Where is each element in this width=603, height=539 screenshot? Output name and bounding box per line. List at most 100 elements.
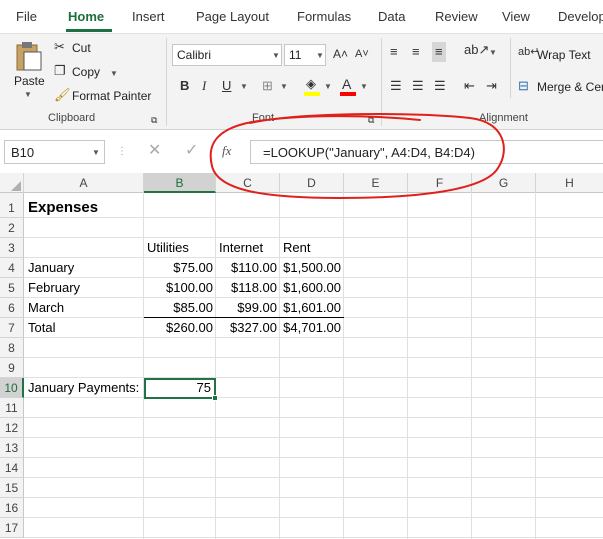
tab-formulas[interactable]: Formulas: [297, 9, 351, 24]
wrap-text-button[interactable]: Wrap Text: [537, 48, 591, 62]
column-header[interactable]: C: [216, 173, 280, 193]
cell-B5[interactable]: $100.00: [144, 278, 216, 298]
paste-button[interactable]: Paste ▼: [8, 38, 48, 102]
cell-C3[interactable]: Internet: [219, 238, 263, 258]
cell-A6[interactable]: March: [28, 298, 64, 318]
fill-handle[interactable]: [212, 395, 218, 401]
cell-D6[interactable]: $1,601.00: [280, 298, 344, 318]
increase-indent-icon[interactable]: ⇥: [486, 78, 497, 94]
merge-center-button[interactable]: Merge & Cer: [537, 80, 603, 94]
row-header[interactable]: 1: [0, 198, 24, 218]
cell-D4[interactable]: $1,500.00: [280, 258, 344, 278]
alignment-group-label: Alignment: [479, 112, 528, 124]
tab-insert[interactable]: Insert: [132, 9, 165, 24]
cell-A5[interactable]: February: [28, 278, 80, 298]
row-header[interactable]: 17: [0, 518, 24, 538]
orientation-icon[interactable]: ab↗: [464, 42, 489, 58]
row-header[interactable]: 5: [0, 278, 24, 298]
row-header[interactable]: 4: [0, 258, 24, 278]
tab-file[interactable]: File: [16, 9, 37, 24]
column-header[interactable]: D: [280, 173, 344, 193]
bold-button[interactable]: B: [180, 78, 189, 94]
row-header[interactable]: 11: [0, 398, 24, 418]
align-center-icon[interactable]: ☰: [412, 78, 424, 94]
insert-function-button[interactable]: fx: [222, 143, 231, 159]
cut-button[interactable]: Cut: [72, 41, 91, 55]
row-header[interactable]: 9: [0, 358, 24, 378]
italic-button[interactable]: I: [202, 78, 206, 94]
cell-B6[interactable]: $85.00: [144, 298, 216, 318]
align-middle-icon[interactable]: ≡: [412, 44, 420, 60]
column-header[interactable]: A: [24, 173, 144, 193]
cell-D7[interactable]: $4,701.00: [280, 318, 344, 338]
row-header[interactable]: 16: [0, 498, 24, 518]
cell-A7[interactable]: Total: [28, 318, 55, 338]
ribbon-separator: [166, 38, 167, 126]
column-header[interactable]: G: [472, 173, 536, 193]
tab-review[interactable]: Review: [435, 9, 478, 24]
select-all-corner[interactable]: [0, 173, 24, 193]
row-header[interactable]: 15: [0, 478, 24, 498]
cell-B4[interactable]: $75.00: [144, 258, 216, 278]
enter-icon[interactable]: ✓: [185, 143, 198, 159]
tab-page-layout[interactable]: Page Layout: [196, 9, 269, 24]
borders-icon[interactable]: ⊞: [262, 78, 273, 94]
dialog-launcher-icon[interactable]: ⧉: [151, 112, 157, 128]
tab-view[interactable]: View: [502, 9, 530, 24]
column-header[interactable]: B: [144, 173, 216, 193]
row-header[interactable]: 6: [0, 298, 24, 318]
cell-D3[interactable]: Rent: [283, 238, 310, 258]
fill-color-icon[interactable]: ◈: [306, 76, 316, 92]
row-header[interactable]: 8: [0, 338, 24, 358]
cell-A1[interactable]: Expenses: [28, 198, 98, 218]
ribbon-separator: [381, 38, 382, 126]
cancel-icon[interactable]: ✕: [148, 143, 161, 159]
column-headers: A B C D E F G H: [0, 173, 603, 193]
more-dots-icon: ⋮: [117, 146, 127, 157]
chevron-down-icon: ▼: [489, 48, 497, 57]
row-header[interactable]: 10: [0, 378, 24, 398]
underline-button[interactable]: U: [222, 78, 231, 94]
copy-button[interactable]: Copy: [72, 65, 100, 79]
formula-input[interactable]: =LOOKUP("January", A4:D4, B4:D4): [250, 140, 603, 164]
ribbon-separator: [510, 38, 511, 98]
tab-home[interactable]: Home: [68, 9, 104, 24]
cell-A10[interactable]: January Payments:: [28, 378, 139, 398]
row-header[interactable]: 2: [0, 218, 24, 238]
row-header[interactable]: 7: [0, 318, 24, 338]
decrease-indent-icon[interactable]: ⇤: [464, 78, 475, 94]
chevron-down-icon: ▼: [92, 148, 100, 157]
font-name-select[interactable]: Calibri: [172, 44, 282, 66]
row-header[interactable]: 12: [0, 418, 24, 438]
column-header[interactable]: F: [408, 173, 472, 193]
row-header[interactable]: 14: [0, 458, 24, 478]
dialog-launcher-icon[interactable]: ⧉: [368, 112, 374, 128]
cell-C4[interactable]: $110.00: [216, 258, 280, 278]
cell-C5[interactable]: $118.00: [216, 278, 280, 298]
cell-C6[interactable]: $99.00: [216, 298, 280, 318]
tab-data[interactable]: Data: [378, 9, 405, 24]
font-color-icon[interactable]: A: [342, 76, 351, 92]
cell-B7[interactable]: $260.00: [144, 318, 216, 338]
align-right-icon[interactable]: ☰: [434, 78, 446, 94]
cell-D5[interactable]: $1,600.00: [280, 278, 344, 298]
row-header[interactable]: 3: [0, 238, 24, 258]
format-painter-button[interactable]: Format Painter: [72, 89, 151, 103]
tab-developer[interactable]: Develop: [558, 9, 603, 24]
name-box-value: B10: [11, 145, 35, 160]
row-header[interactable]: 13: [0, 438, 24, 458]
cell-B3[interactable]: Utilities: [147, 238, 189, 258]
column-header[interactable]: H: [536, 173, 603, 193]
align-left-icon[interactable]: ☰: [390, 78, 402, 94]
cell-C7[interactable]: $327.00: [216, 318, 280, 338]
column-header[interactable]: E: [344, 173, 408, 193]
cell-A4[interactable]: January: [28, 258, 74, 278]
clipboard-group-label: Clipboard: [48, 112, 96, 124]
decrease-font-icon[interactable]: A˅: [355, 46, 369, 62]
align-bottom-icon[interactable]: ≡: [432, 42, 446, 62]
align-top-icon[interactable]: ≡: [390, 44, 398, 60]
chevron-down-icon: ▼: [324, 82, 332, 91]
increase-font-icon[interactable]: A˄: [333, 46, 348, 62]
name-box[interactable]: B10: [4, 140, 105, 164]
row-header-gap: [0, 193, 24, 198]
